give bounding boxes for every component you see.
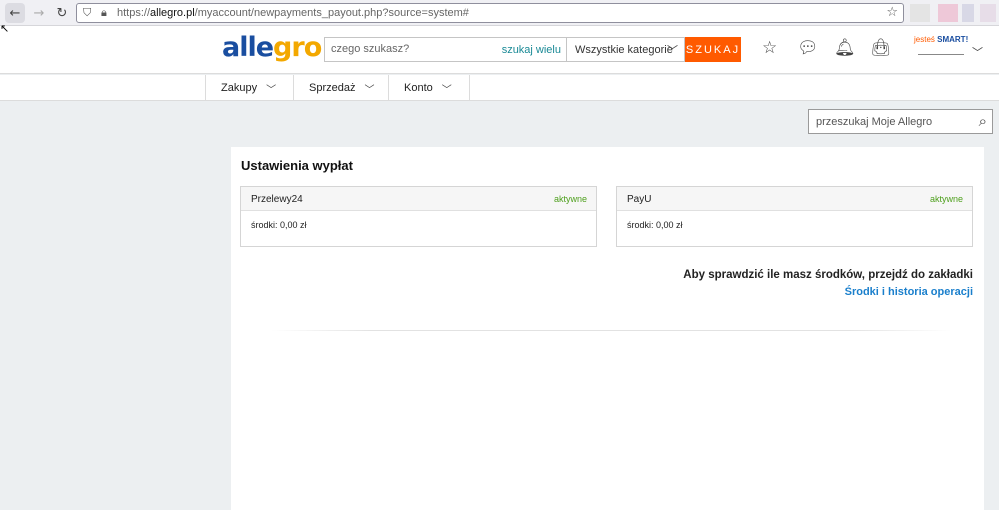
url-path: /myaccount/newpayments_payout.php?source… (194, 7, 469, 19)
search-many-link[interactable]: szukaj wielu (502, 44, 561, 56)
chevron-down-icon: ﹀ (441, 84, 452, 96)
reload-icon: ↻ (56, 5, 68, 21)
payout-settings-panel: Ustawienia wypłat Przelewy24 aktywne śro… (231, 147, 984, 510)
divider (271, 330, 951, 331)
provider-funds: środki: 0,00 zł (251, 220, 307, 230)
my-allegro-search-input[interactable] (816, 116, 966, 128)
nav-sprzedaz[interactable]: Sprzedaż ﹀ (293, 75, 388, 101)
nav-zakupy[interactable]: Zakupy ﹀ (205, 75, 293, 101)
shield-icon[interactable]: ⛉ (83, 6, 91, 20)
allegro-logo[interactable]: allegro (222, 32, 322, 63)
url-domain: allegro.pl (150, 7, 195, 19)
page-title: Ustawienia wypłat (241, 158, 353, 173)
chevron-down-icon: ﹀ (266, 84, 277, 96)
chat-icon[interactable]: 💬︎ (797, 40, 819, 57)
search-button[interactable]: SZUKAJ (685, 37, 741, 62)
card-header: PayU aktywne (617, 187, 972, 211)
nav-konto[interactable]: Konto ﹀ (388, 75, 470, 101)
smart-badge[interactable]: jesteś SMART! (914, 35, 968, 44)
card-header: Przelewy24 aktywne (241, 187, 596, 211)
logo-part-1: alle (222, 32, 274, 63)
url-text[interactable]: https://allegro.pl/myaccount/newpayments… (117, 7, 469, 19)
chevron-down-icon[interactable]: ﹀ (972, 44, 983, 60)
smart-word: SMART! (937, 35, 969, 44)
cart-icon[interactable]: 👜︎ (870, 40, 892, 57)
address-bar[interactable]: ⛉ 🔒︎ https://allegro.pl/myaccount/newpay… (76, 3, 904, 23)
my-allegro-search: ⌕ (808, 109, 993, 134)
chevron-down-icon: ﹀ (667, 44, 678, 57)
nav-label: Konto (404, 82, 433, 94)
funds-history-link[interactable]: Środki i historia operacji (845, 286, 973, 298)
extension-icon[interactable] (962, 4, 974, 22)
status-badge: aktywne (929, 194, 963, 204)
site-header: allegro szukaj wielu Wszystkie kategorie… (0, 26, 999, 74)
extension-icon[interactable] (938, 4, 958, 22)
nav-label: Zakupy (221, 82, 258, 94)
extension-icon[interactable] (980, 4, 996, 22)
provider-card-payu: PayU aktywne środki: 0,00 zł (616, 186, 973, 247)
star-icon[interactable]: ☆ (762, 40, 777, 57)
chevron-down-icon: ﹀ (364, 84, 375, 96)
search-box: szukaj wielu (324, 37, 566, 62)
reload-button[interactable]: ↻ (52, 3, 72, 23)
smart-prefix: jesteś (914, 35, 938, 44)
account-nav: Zakupy ﹀ Sprzedaż ﹀ Konto ﹀ (0, 75, 999, 101)
search-input[interactable] (331, 43, 501, 55)
provider-name: PayU (627, 194, 652, 205)
arrow-left-icon: ← (9, 5, 21, 21)
provider-card-przelewy24: Przelewy24 aktywne środki: 0,00 zł (240, 186, 597, 247)
url-prefix: https:// (117, 7, 151, 19)
nav-label: Sprzedaż (309, 82, 356, 94)
back-button[interactable]: ← (5, 3, 25, 23)
arrow-right-icon: → (33, 5, 45, 21)
mouse-cursor-icon: ↖ (0, 22, 10, 35)
bookmark-star-icon[interactable]: ☆ (886, 5, 898, 20)
category-label: Wszystkie kategorie (575, 44, 673, 56)
bell-icon[interactable]: 🔔︎ (834, 40, 856, 57)
search-icon[interactable]: ⌕ (979, 112, 987, 130)
category-select[interactable]: Wszystkie kategorie ﹀ (566, 37, 685, 62)
provider-funds: środki: 0,00 zł (627, 220, 683, 230)
logo-part-2: gro (273, 32, 322, 63)
forward-button[interactable]: → (29, 3, 49, 23)
account-underline (918, 54, 964, 55)
provider-name: Przelewy24 (251, 194, 303, 205)
lock-icon[interactable]: 🔒︎ (101, 6, 107, 20)
browser-toolbar: ← → ↻ ⛉ 🔒︎ https://allegro.pl/myaccount/… (0, 0, 999, 26)
status-badge: aktywne (553, 194, 587, 204)
funds-info-text: Aby sprawdzić ile masz środków, przejdź … (683, 269, 973, 281)
extension-icon[interactable] (910, 4, 930, 22)
